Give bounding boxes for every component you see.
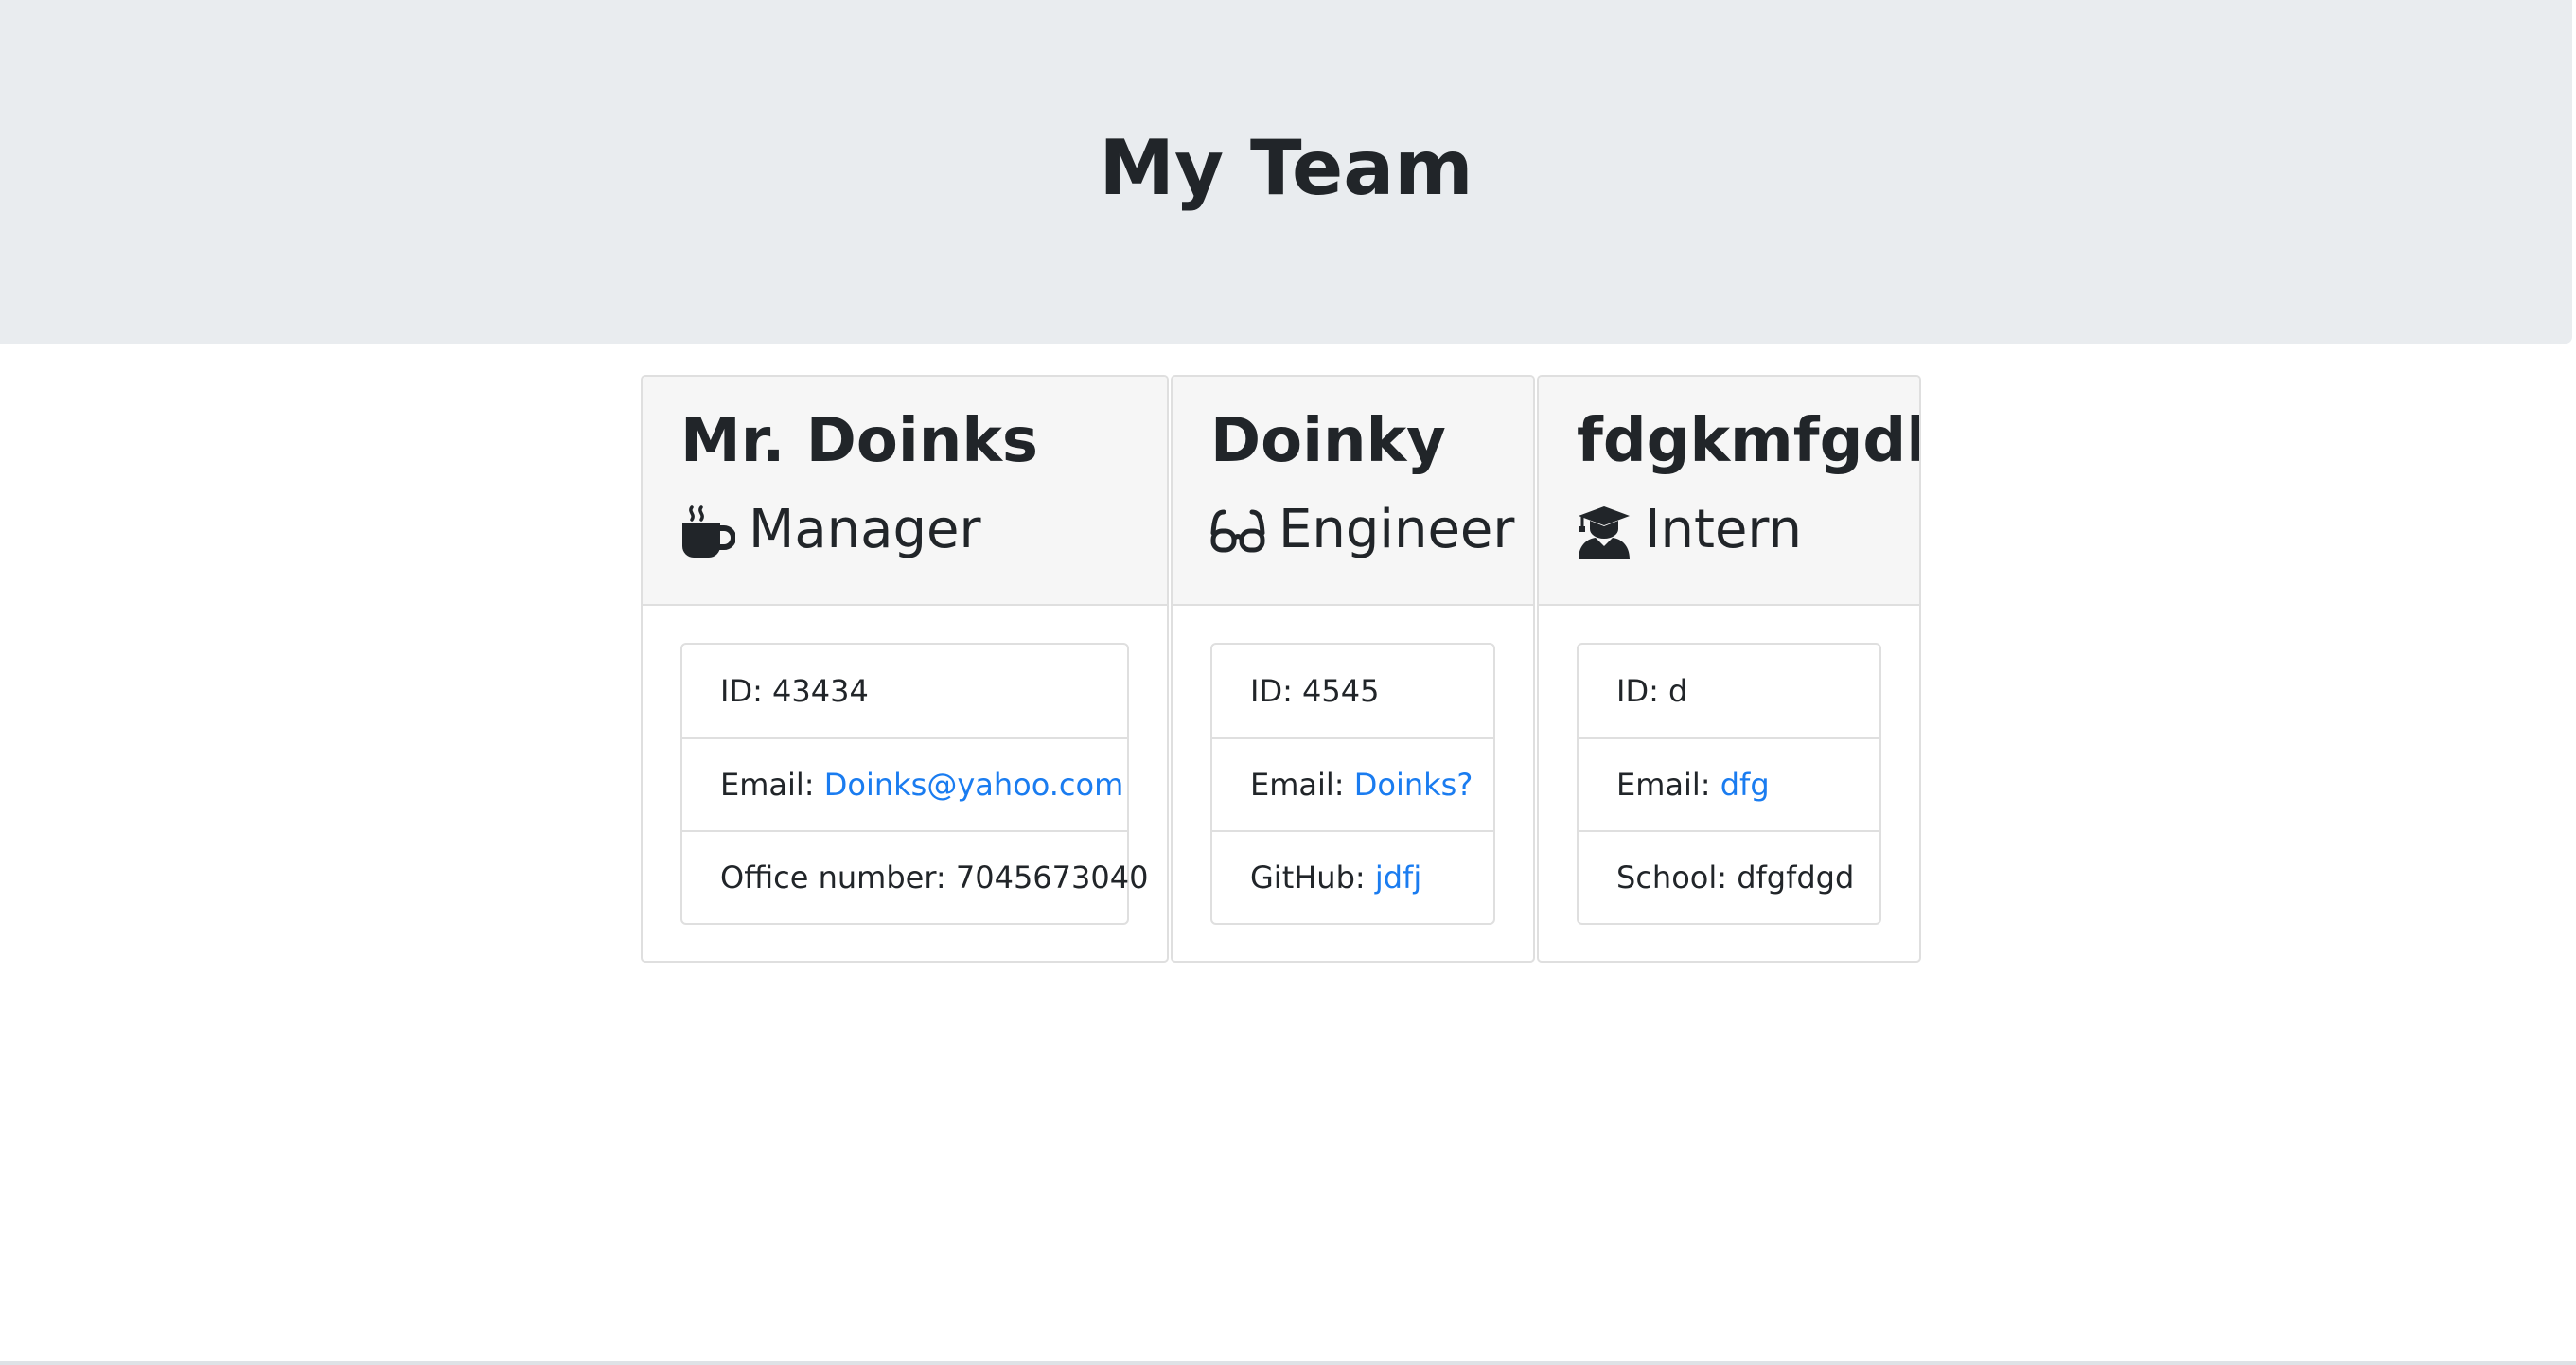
glasses-icon <box>1210 505 1265 559</box>
info-list: ID: 43434 Email: Doinks@yahoo.com Office… <box>680 643 1148 925</box>
id-label: ID: <box>1616 673 1659 709</box>
card-header: Mr. Doinks Manager <box>643 377 1167 606</box>
github-link[interactable]: jdfj <box>1375 860 1421 895</box>
id-value: 4545 <box>1302 673 1380 709</box>
coffee-mug-icon <box>680 505 735 559</box>
email-item: Email: Doinks? <box>1212 737 1493 830</box>
id-label: ID: <box>720 673 763 709</box>
email-link[interactable]: Doinks? <box>1354 767 1473 803</box>
team-cards: Mr. Doinks Manager ID: 43434 Email: Doin… <box>641 375 1923 963</box>
email-link[interactable]: Doinks@yahoo.com <box>824 767 1124 803</box>
employee-role: Manager <box>680 483 1167 577</box>
graduate-icon <box>1577 505 1632 559</box>
employee-card-intern: fdgkmfgdk Intern ID: d Email: dfg School… <box>1537 375 1921 963</box>
employee-card-manager: Mr. Doinks Manager ID: 43434 Email: Doin… <box>641 375 1169 963</box>
office-number-value: 7045673040 <box>955 860 1149 895</box>
employee-role-label: Engineer <box>1279 499 1515 560</box>
id-value: 43434 <box>772 673 869 709</box>
employee-name: fdgkmfgdk <box>1577 406 1921 476</box>
card-header: fdgkmfgdk Intern <box>1539 377 1919 606</box>
employee-name: Mr. Doinks <box>680 406 1038 476</box>
card-body: ID: 4545 Email: Doinks? GitHub: jdfj <box>1173 606 1533 925</box>
school-label: School: <box>1616 860 1728 895</box>
employee-role: Engineer <box>1210 483 1533 577</box>
school-item: School: dfgfdgd <box>1579 830 1879 923</box>
card-header: Doinky Engineer <box>1173 377 1533 606</box>
card-body: ID: d Email: dfg School: dfgfdgd <box>1539 606 1919 925</box>
employee-name: Doinky <box>1210 406 1446 476</box>
github-label: GitHub: <box>1250 860 1366 895</box>
id-item: ID: 43434 <box>682 645 1127 737</box>
employee-card-engineer: Doinky Engineer ID: 4545 Email: Doinks? … <box>1171 375 1535 963</box>
email-item: Email: dfg <box>1579 737 1879 830</box>
email-label: Email: <box>1616 767 1711 803</box>
page-header: My Team <box>0 0 2572 344</box>
office-number-label: Office number: <box>720 860 946 895</box>
id-item: ID: d <box>1579 645 1879 737</box>
email-label: Email: <box>720 767 815 803</box>
office-number-item: Office number: 7045673040 <box>682 830 1148 923</box>
school-value: dfgfdgd <box>1737 860 1855 895</box>
info-list: ID: d Email: dfg School: dfgfdgd <box>1577 643 1881 925</box>
info-list: ID: 4545 Email: Doinks? GitHub: jdfj <box>1210 643 1495 925</box>
id-item: ID: 4545 <box>1212 645 1493 737</box>
id-label: ID: <box>1250 673 1293 709</box>
employee-role-label: Manager <box>749 499 981 560</box>
id-value: d <box>1668 673 1688 709</box>
github-item: GitHub: jdfj <box>1212 830 1493 923</box>
email-label: Email: <box>1250 767 1345 803</box>
email-link[interactable]: dfg <box>1720 767 1770 803</box>
email-item: Email: Doinks@yahoo.com <box>682 737 1127 830</box>
page-title: My Team <box>1099 124 1473 212</box>
card-body: ID: 43434 Email: Doinks@yahoo.com Office… <box>643 606 1167 925</box>
employee-role: Intern <box>1577 483 1919 577</box>
page-bottom-divider <box>0 1361 2576 1365</box>
employee-role-label: Intern <box>1645 499 1802 560</box>
